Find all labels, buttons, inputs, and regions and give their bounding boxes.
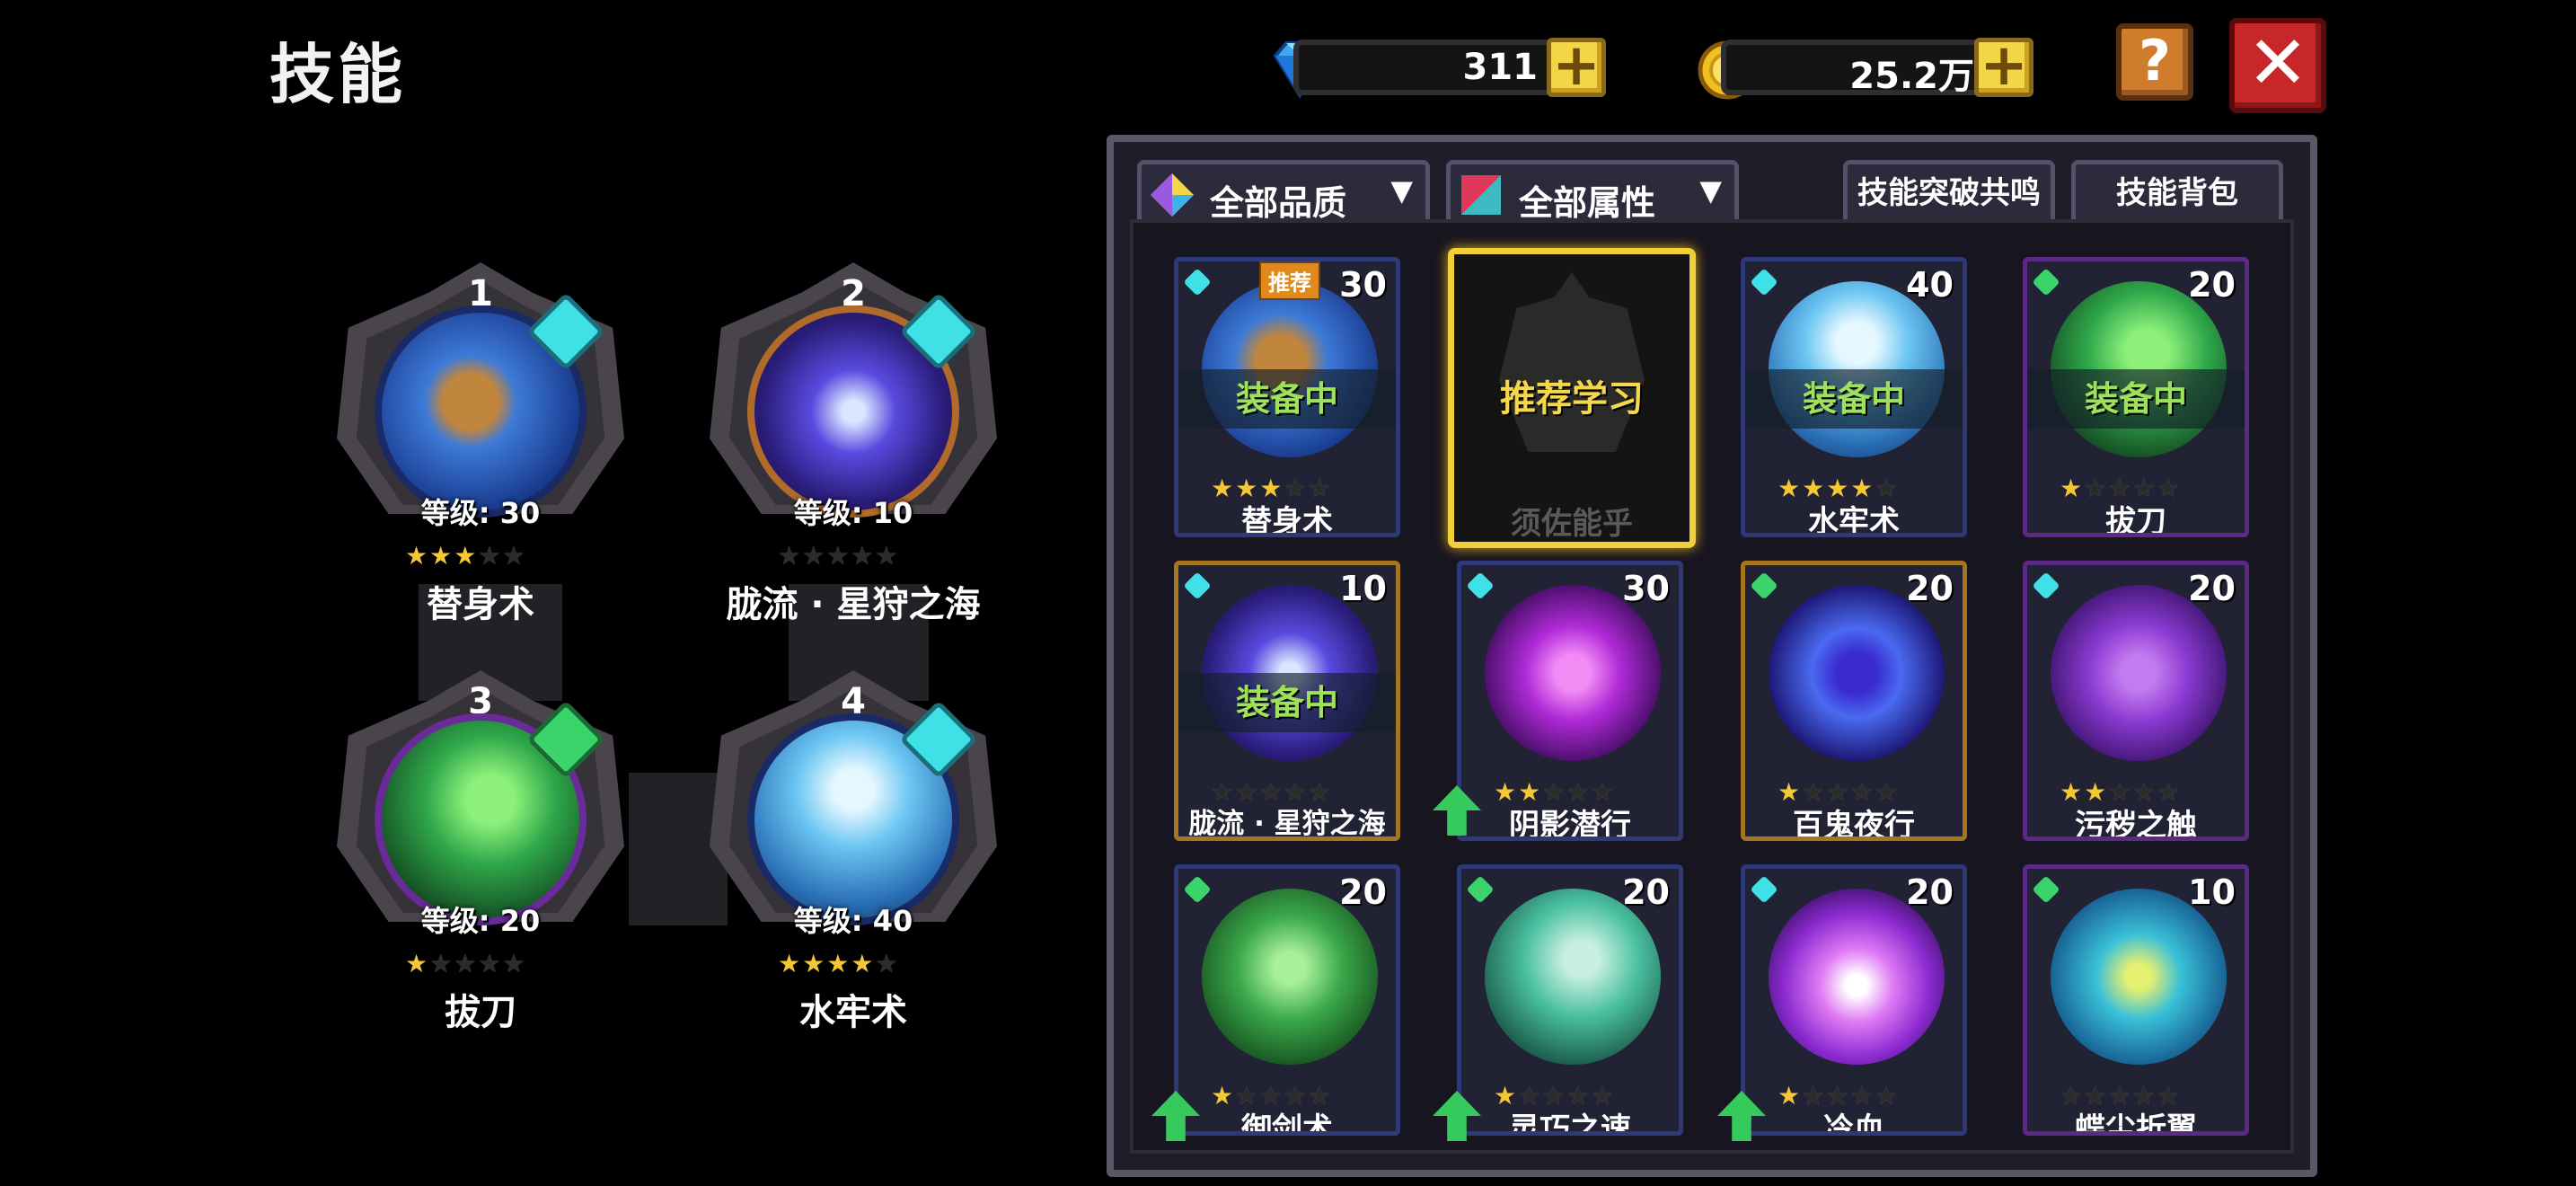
equipped-status: 装备中	[1745, 369, 1963, 429]
attribute-filter-label: 全部属性	[1519, 183, 1656, 223]
slot-stars: ★★★★★	[778, 541, 900, 571]
skill-card-starhunt-sea[interactable]: 10 装备中 ★★★★★ 胧流 · 星狩之海	[1174, 561, 1400, 841]
diamond-value: 311	[1462, 47, 1539, 88]
slot-stars: ★★★★★	[778, 949, 900, 978]
skill-icon	[1485, 889, 1661, 1065]
slot-stars: ★★★★★	[405, 541, 527, 571]
quality-prism-icon	[1151, 173, 1194, 217]
locked-skill-silhouette	[1499, 272, 1645, 452]
equipped-slot-3[interactable]: 3 等级: 20 ★★★★★ 拔刀	[319, 643, 642, 1033]
slot-skill-name: 替身术	[427, 584, 534, 625]
skill-level: 10	[2188, 872, 2236, 912]
equipped-slot-4[interactable]: 4 等级: 40 ★★★★★ 水牢术	[692, 643, 1015, 1033]
skill-name: 灵巧之速	[1509, 1111, 1631, 1136]
skill-name: 冷血	[1823, 1111, 1884, 1136]
skill-name: 污秽之触	[2075, 808, 2197, 841]
skill-card-butterfly-wing[interactable]: 10 ★★★★★ 蝶尘折翼	[2023, 864, 2249, 1136]
skill-card-sword-control[interactable]: 20 ★★★★★ 御剑术	[1174, 864, 1400, 1136]
skill-icon	[2051, 889, 2227, 1065]
equipped-status: 装备中	[2027, 369, 2245, 429]
page-title: 技能	[269, 37, 407, 112]
add-gold-button[interactable]: +	[1974, 37, 2033, 97]
slot-level: 等级: 30	[420, 496, 541, 530]
diamond-currency: 311 +	[1266, 36, 1608, 99]
chevron-down-icon: ▼	[1699, 173, 1722, 208]
quality-filter-label: 全部品质	[1210, 183, 1347, 223]
skill-name: 替身术	[1241, 504, 1333, 537]
skill-card-agile-speed[interactable]: 20 ★★★★★ 灵巧之速	[1457, 864, 1683, 1136]
skill-card-substitution[interactable]: 推荐 30 装备中 ★★★★★ 替身术	[1174, 257, 1400, 537]
equipped-slot-1[interactable]: 1 等级: 30 ★★★★★ 替身术	[319, 235, 642, 625]
slot-level: 等级: 10	[793, 496, 913, 530]
skill-name: 胧流 · 星狩之海	[1188, 808, 1386, 840]
slot-stars: ★★★★★	[405, 949, 527, 978]
skill-level: 30	[1622, 569, 1670, 608]
skill-icon	[1202, 889, 1378, 1065]
skill-icon	[1769, 585, 1945, 761]
skill-icon	[1485, 585, 1661, 761]
skill-card-water-prison[interactable]: 40 装备中 ★★★★★ 水牢术	[1741, 257, 1967, 537]
skill-name: 须佐能乎	[1511, 506, 1633, 542]
skill-name: 百鬼夜行	[1793, 808, 1915, 841]
skill-card-quickdraw[interactable]: 20 装备中 ★★★★★ 拔刀	[2023, 257, 2249, 537]
equipped-status: 装备中	[1178, 369, 1396, 429]
skill-name: 御剑术	[1241, 1111, 1333, 1136]
recommend-learn-card[interactable]: 推荐学习 须佐能乎	[1448, 248, 1696, 548]
skill-level: 30	[1339, 265, 1387, 305]
skill-icon	[1769, 889, 1945, 1065]
attribute-color-icon	[1461, 175, 1501, 215]
gold-currency: 25.2万 +	[1694, 36, 2044, 100]
skill-card-filth-touch[interactable]: 20 ★★★★★ 污秽之触	[2023, 561, 2249, 841]
element-gem-icon	[1183, 268, 1212, 296]
slot-skill-name: 拔刀	[445, 992, 516, 1033]
help-button[interactable]: ?	[2116, 23, 2193, 101]
skill-icon	[2051, 585, 2227, 761]
skill-name: 阴影潜行	[1509, 808, 1631, 841]
skill-name: 蝶尘折翼	[2075, 1111, 2197, 1136]
recommended-badge: 推荐	[1259, 261, 1320, 300]
skill-level: 20	[2188, 265, 2236, 305]
equipped-slot-2[interactable]: 2 等级: 10 ★★★★★ 胧流 · 星狩之海	[692, 235, 1015, 625]
element-gem-icon	[1183, 875, 1212, 904]
skill-level: 20	[1622, 872, 1670, 912]
add-diamond-button[interactable]: +	[1547, 37, 1606, 97]
skill-card-cold-blood[interactable]: 20 ★★★★★ 冷血	[1741, 864, 1967, 1136]
skill-level: 20	[1906, 872, 1954, 912]
element-gem-icon	[1183, 571, 1212, 600]
element-gem-icon	[1750, 571, 1778, 600]
gold-value: 25.2万	[1849, 56, 1974, 97]
element-gem-icon	[2032, 268, 2060, 296]
element-gem-icon	[1750, 268, 1778, 296]
chevron-down-icon: ▼	[1390, 173, 1413, 208]
skill-level: 20	[2188, 569, 2236, 608]
skill-card-night-parade[interactable]: 20 ★★★★★ 百鬼夜行	[1741, 561, 1967, 841]
slot-level: 等级: 20	[420, 904, 541, 938]
element-gem-icon	[1750, 875, 1778, 904]
skill-level: 20	[1906, 569, 1954, 608]
skill-level: 20	[1339, 872, 1387, 912]
element-gem-icon	[1466, 571, 1495, 600]
skill-name: 拔刀	[2105, 504, 2166, 537]
skill-level: 10	[1339, 569, 1387, 608]
element-gem-icon	[2032, 875, 2060, 904]
slot-skill-name: 水牢术	[799, 992, 907, 1033]
recommend-learn-label: 推荐学习	[1500, 378, 1644, 420]
slot-level: 等级: 40	[793, 904, 913, 938]
slot-skill-name: 胧流 · 星狩之海	[726, 584, 981, 625]
close-button[interactable]: ✕	[2229, 18, 2326, 113]
skill-name: 水牢术	[1808, 504, 1900, 537]
element-gem-icon	[2032, 571, 2060, 600]
element-gem-icon	[1466, 875, 1495, 904]
skill-card-shadow-sneak[interactable]: 30 ★★★★★ 阴影潜行	[1457, 561, 1683, 841]
skill-level: 40	[1906, 265, 1954, 305]
equipped-status: 装备中	[1178, 673, 1396, 732]
